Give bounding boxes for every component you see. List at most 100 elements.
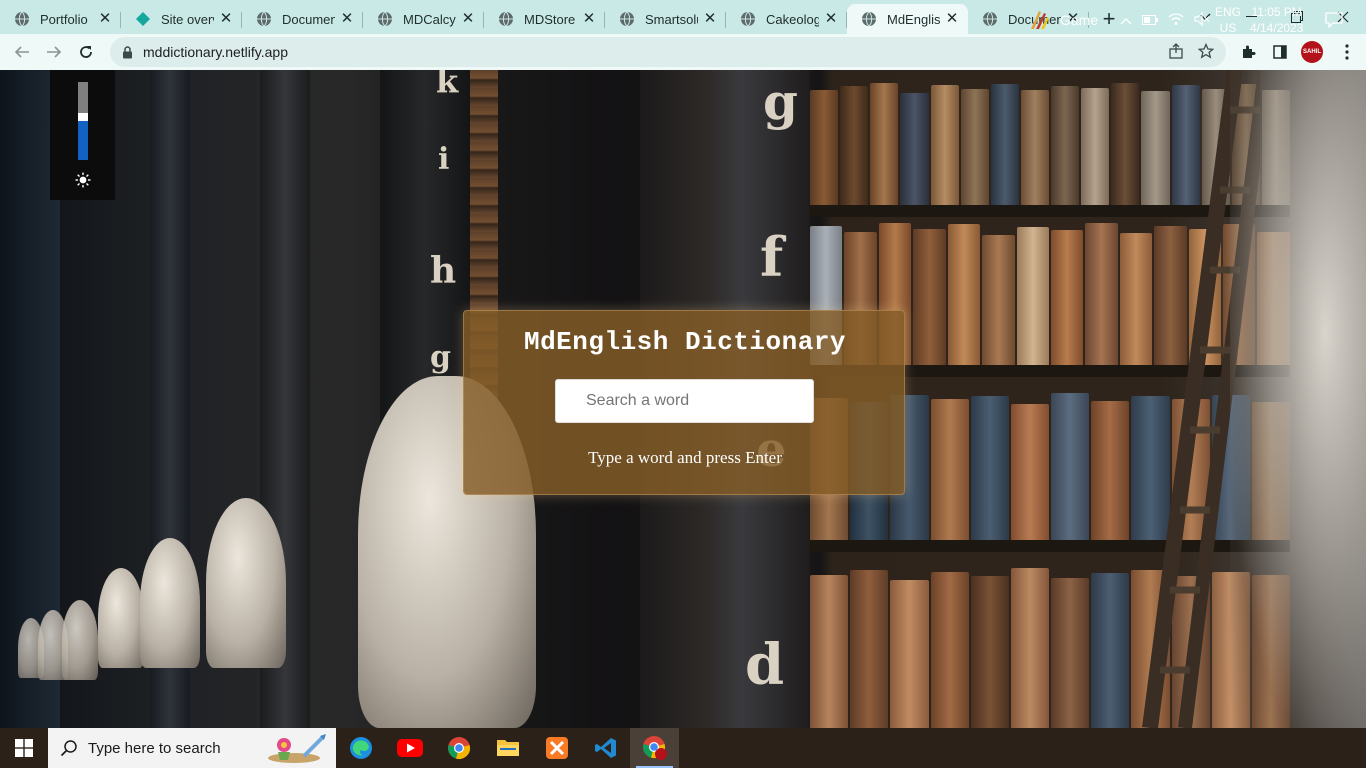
taskbar: Type here to search bbox=[0, 728, 1366, 768]
wifi-icon[interactable] bbox=[1168, 12, 1184, 29]
globe-icon bbox=[14, 11, 30, 27]
search-hint: Type a word and press Enter bbox=[588, 448, 782, 467]
search-icon bbox=[60, 739, 78, 757]
close-tab-icon[interactable]: ✕ bbox=[460, 11, 476, 27]
language-code: ENG bbox=[1215, 5, 1242, 19]
close-tab-icon[interactable]: ✕ bbox=[823, 11, 839, 27]
volume-muted-icon[interactable] bbox=[1194, 11, 1210, 29]
taskbar-edge[interactable] bbox=[336, 728, 385, 768]
globe-icon bbox=[740, 11, 756, 27]
browser-tab[interactable]: MDCalcy ✕ bbox=[363, 4, 484, 34]
browser-tab[interactable]: MDStore ✕ bbox=[484, 4, 605, 34]
reload-button[interactable] bbox=[70, 36, 102, 68]
chrome-icon bbox=[447, 737, 470, 760]
clock-time: 11:05 PM bbox=[1251, 5, 1302, 19]
game-icon bbox=[1031, 11, 1049, 29]
system-tray bbox=[1120, 0, 1210, 40]
bust-statue bbox=[206, 498, 286, 668]
taskbar-search[interactable]: Type here to search bbox=[48, 728, 336, 768]
address-bar[interactable]: mddictionary.netlify.app bbox=[110, 37, 1226, 67]
browser-tab[interactable]: MdEnglish✕ bbox=[847, 4, 968, 34]
sun-icon bbox=[75, 172, 91, 192]
game-widget[interactable]: Game bbox=[1028, 0, 1098, 40]
tab-title: Site overvi bbox=[161, 11, 214, 27]
tab-title: MDStore bbox=[524, 11, 576, 27]
dictionary-card: MdEnglish Dictionary Type a word and pre… bbox=[463, 310, 905, 495]
close-tab-icon[interactable]: ✕ bbox=[218, 11, 234, 27]
windows-icon bbox=[15, 739, 33, 757]
forward-button[interactable] bbox=[38, 36, 70, 68]
globe-icon bbox=[498, 11, 514, 27]
browser-tab[interactable]: Cakeology✕ bbox=[726, 4, 847, 34]
globe-icon bbox=[982, 11, 998, 27]
globe-icon bbox=[256, 11, 272, 27]
browser-tab[interactable]: Site overvi✕ bbox=[121, 4, 242, 34]
lock-icon[interactable] bbox=[122, 45, 133, 59]
taskbar-youtube[interactable] bbox=[385, 728, 434, 768]
shelf-letter: f bbox=[760, 225, 784, 289]
brightness-slider[interactable] bbox=[77, 82, 88, 160]
close-tab-icon[interactable]: ✕ bbox=[581, 11, 597, 27]
file-explorer-icon bbox=[496, 740, 519, 756]
bust-statue bbox=[140, 538, 200, 668]
search-highlight-icon bbox=[268, 734, 326, 763]
clock-date: 4/14/2023 bbox=[1250, 21, 1304, 35]
tab-title: Cakeology bbox=[766, 11, 819, 27]
brightness-control[interactable] bbox=[50, 70, 115, 200]
share-icon[interactable] bbox=[1168, 42, 1184, 62]
globe-icon bbox=[377, 11, 393, 27]
language-region: US bbox=[1219, 21, 1237, 35]
statue-silhouette bbox=[1230, 70, 1366, 728]
taskbar-vscode[interactable] bbox=[581, 728, 630, 768]
shelf-letter: h bbox=[430, 250, 457, 292]
brightness-slider-thumb[interactable] bbox=[77, 113, 88, 121]
input-language[interactable]: ENG US bbox=[1215, 0, 1241, 40]
chrome-profile-icon bbox=[642, 736, 667, 760]
tab-title: Smartsolut bbox=[645, 11, 698, 27]
browser-tab[interactable]: Smartsolut✕ bbox=[605, 4, 726, 34]
search-input[interactable] bbox=[555, 379, 814, 423]
youtube-icon bbox=[396, 739, 423, 757]
bookmark-star-icon[interactable] bbox=[1197, 42, 1215, 62]
page-title: MdEnglish Dictionary bbox=[523, 327, 847, 357]
close-tab-icon[interactable]: ✕ bbox=[97, 11, 113, 27]
shelf-letter: k bbox=[436, 70, 459, 100]
brightness-slider-fill bbox=[77, 121, 88, 160]
notifications-button[interactable] bbox=[1320, 0, 1348, 40]
shelf-letter: d bbox=[745, 632, 785, 698]
tab-title: Portfolio bbox=[40, 11, 88, 27]
globe-icon bbox=[619, 11, 635, 27]
back-button[interactable] bbox=[6, 36, 38, 68]
netlify-icon bbox=[135, 11, 151, 27]
taskbar-file-explorer[interactable] bbox=[483, 728, 532, 768]
start-button[interactable] bbox=[0, 728, 48, 768]
close-tab-icon[interactable]: ✕ bbox=[702, 11, 718, 27]
tab-title: MDCalcy bbox=[403, 11, 456, 27]
vscode-icon bbox=[594, 738, 616, 758]
battery-icon[interactable] bbox=[1142, 13, 1158, 28]
shelf-letter: g bbox=[763, 72, 798, 131]
tab-title: Document bbox=[282, 11, 335, 27]
shelf-letter: g bbox=[430, 340, 451, 375]
chevron-up-icon[interactable] bbox=[1120, 13, 1132, 28]
taskbar-xampp[interactable] bbox=[532, 728, 581, 768]
taskbar-chrome-profile[interactable] bbox=[630, 728, 679, 768]
notification-icon bbox=[1325, 12, 1343, 28]
avatar: SAHIL bbox=[1301, 41, 1323, 63]
bust-statue bbox=[62, 600, 98, 680]
close-tab-icon[interactable]: ✕ bbox=[339, 11, 355, 27]
close-tab-icon[interactable]: ✕ bbox=[944, 11, 960, 27]
game-label: Game bbox=[1060, 12, 1099, 28]
globe-icon bbox=[861, 11, 877, 27]
shelf-letter: i bbox=[438, 142, 450, 177]
page-background: k i h g g f e d bbox=[0, 70, 1366, 728]
browser-tab[interactable]: Portfolio ✕ bbox=[0, 4, 121, 34]
edge-icon bbox=[349, 737, 372, 759]
clock[interactable]: 11:05 PM 4/14/2023 bbox=[1250, 0, 1303, 40]
xampp-icon bbox=[545, 737, 568, 759]
url-text: mddictionary.netlify.app bbox=[143, 44, 288, 60]
taskbar-search-placeholder: Type here to search bbox=[88, 739, 221, 757]
tab-title: MdEnglish bbox=[887, 11, 940, 27]
browser-tab[interactable]: Document✕ bbox=[242, 4, 363, 34]
taskbar-chrome[interactable] bbox=[434, 728, 483, 768]
